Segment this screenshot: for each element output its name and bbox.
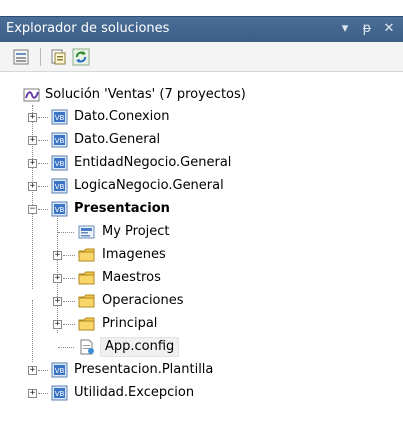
folder-label: Maestros (102, 270, 161, 285)
tree-item-project[interactable]: + VB EntidadNegocio.General (0, 152, 403, 174)
project-label: EntidadNegocio.General (74, 155, 232, 170)
svg-text:VB: VB (55, 206, 65, 214)
refresh-icon (72, 48, 90, 66)
tree-connector (38, 163, 48, 164)
solution-icon (23, 88, 40, 102)
vb-project-icon: VB (51, 155, 68, 171)
folder-icon (78, 248, 95, 262)
tree-item-project[interactable]: + VB Dato.General (0, 129, 403, 151)
expand-toggle[interactable]: + (28, 136, 37, 145)
show-all-files-icon (51, 49, 66, 65)
project-label: Dato.General (74, 132, 161, 147)
tree-connector (63, 301, 75, 302)
vb-project-icon: VB (51, 178, 68, 194)
svg-text:VB: VB (55, 114, 65, 122)
tree-connector (63, 278, 75, 279)
tree-connector (38, 140, 48, 141)
panel-dropdown-icon[interactable]: ▾ (337, 20, 353, 38)
window-frame-top (0, 0, 403, 16)
folder-label: Principal (102, 316, 158, 331)
properties-icon (13, 49, 29, 65)
tree-connector (38, 393, 48, 394)
tree-item-project[interactable]: + VB Presentacion.Plantilla (0, 359, 403, 381)
expand-toggle[interactable]: + (53, 251, 62, 260)
tree-item-project[interactable]: + VB Utilidad.Excepcion (0, 382, 403, 404)
my-project-icon (78, 225, 95, 239)
tree-item-project[interactable]: + VB Dato.Conexion (0, 106, 403, 128)
tree-item-folder[interactable]: + Operaciones (0, 290, 403, 312)
tree-connector (38, 209, 48, 210)
svg-text:VB: VB (55, 160, 65, 168)
project-label: Utilidad.Excepcion (74, 385, 195, 400)
close-icon[interactable]: ✕ (381, 20, 397, 38)
project-label: Dato.Conexion (74, 109, 170, 124)
toolbar-separator (40, 48, 41, 66)
panel-title: Explorador de soluciones (6, 21, 170, 36)
tree-item-folder[interactable]: + Principal (0, 313, 403, 335)
project-label: Presentacion.Plantilla (74, 362, 214, 377)
tree-connector (58, 347, 74, 348)
expand-toggle[interactable]: + (28, 389, 37, 398)
tree-connector (63, 324, 75, 325)
solution-label: Solución 'Ventas' (7 proyectos) (45, 87, 246, 102)
tree-item-my-project[interactable]: My Project (0, 221, 403, 243)
collapse-toggle[interactable]: − (28, 205, 37, 214)
folder-icon (78, 294, 95, 308)
svg-text:VB: VB (55, 183, 65, 191)
show-all-files-button[interactable] (49, 48, 67, 66)
expand-toggle[interactable]: + (53, 274, 62, 283)
folder-label: Imagenes (102, 247, 166, 262)
expand-toggle[interactable]: + (53, 297, 62, 306)
vb-project-icon: VB (51, 201, 68, 217)
svg-text:VB: VB (55, 390, 65, 398)
config-file-icon (80, 339, 94, 355)
tree-connector (63, 255, 75, 256)
project-label: LogicaNegocio.General (74, 178, 224, 193)
tree-item-folder[interactable]: + Maestros (0, 267, 403, 289)
tree-item-project-presentacion[interactable]: − VB Presentacion (0, 198, 403, 220)
folder-icon (78, 271, 95, 285)
tree-connector (58, 232, 74, 233)
folder-label: Operaciones (102, 293, 184, 308)
tree-item-app-config[interactable]: App.config (0, 336, 403, 358)
expand-toggle[interactable]: + (28, 182, 37, 191)
vb-project-icon: VB (51, 132, 68, 148)
tree-item-project[interactable]: + VB LogicaNegocio.General (0, 175, 403, 197)
vb-project-icon: VB (51, 385, 68, 401)
properties-button[interactable] (12, 48, 30, 66)
solution-tree: Solución 'Ventas' (7 proyectos) + VB Dat… (0, 72, 403, 422)
expand-toggle[interactable]: + (28, 113, 37, 122)
tree-connector (38, 117, 48, 118)
expand-toggle[interactable]: + (53, 320, 62, 329)
selected-item-label: App.config (100, 337, 180, 357)
tree-item-folder[interactable]: + Imagenes (0, 244, 403, 266)
folder-icon (78, 317, 95, 331)
panel-titlebar[interactable]: Explorador de soluciones ▾ ᵽ ✕ (0, 16, 403, 42)
svg-text:VB: VB (55, 367, 65, 375)
pin-icon[interactable]: ᵽ (359, 20, 375, 38)
refresh-button[interactable] (72, 48, 90, 66)
expand-toggle[interactable]: + (28, 366, 37, 375)
vb-project-icon: VB (51, 362, 68, 378)
tree-item-solution[interactable]: Solución 'Ventas' (7 proyectos) (0, 84, 403, 106)
tree-connector (38, 186, 48, 187)
vb-project-icon: VB (51, 109, 68, 125)
svg-text:VB: VB (55, 137, 65, 145)
startup-project-label: Presentacion (74, 201, 170, 216)
expand-toggle[interactable]: + (28, 159, 37, 168)
tree-connector (38, 370, 48, 371)
item-label: My Project (102, 224, 170, 239)
solution-explorer-toolbar (0, 42, 403, 72)
